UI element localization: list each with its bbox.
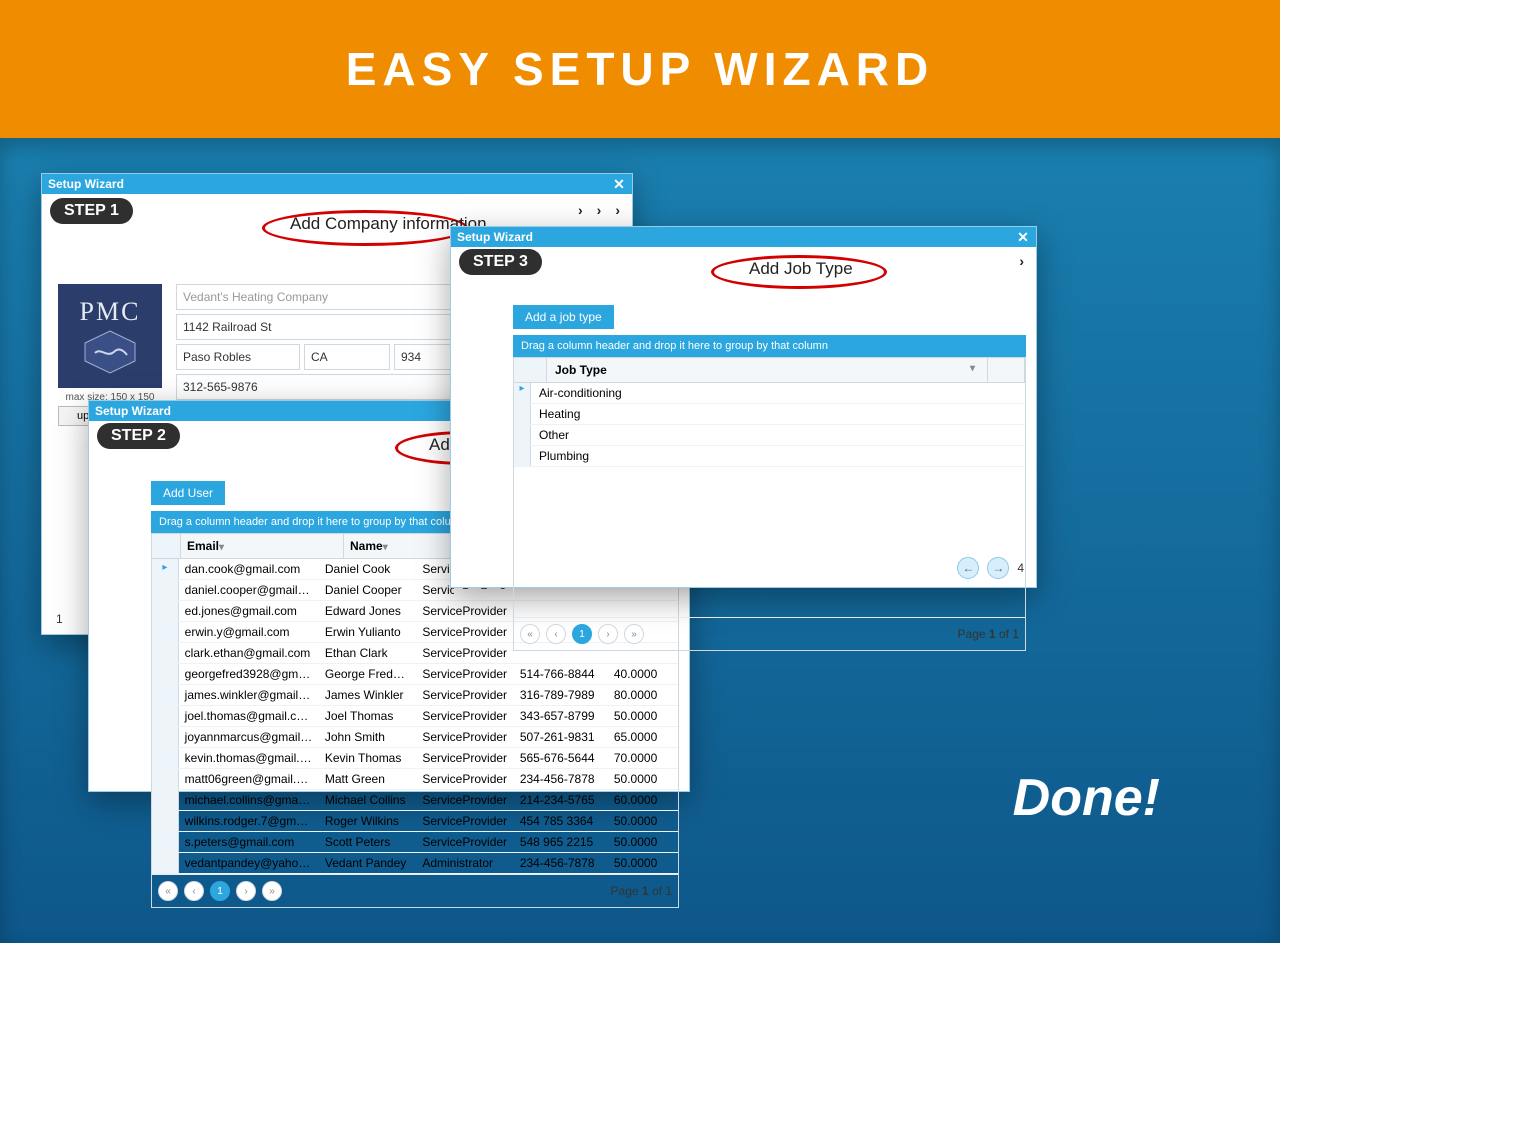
pager-prev-icon[interactable]: ‹	[546, 624, 566, 644]
group-hint[interactable]: Drag a column header and drop it here to…	[513, 335, 1026, 357]
table-row[interactable]: Other	[514, 425, 1025, 446]
table-row[interactable]: joyannmarcus@gmail.comJohn SmithServiceP…	[152, 727, 678, 748]
next-button-icon[interactable]: →	[987, 557, 1009, 579]
table-row[interactable]: matt06green@gmail.comMatt GreenServicePr…	[152, 769, 678, 790]
pager-last-icon[interactable]: »	[262, 881, 282, 901]
jobtype-grid: Job Type▾ ▸Air-conditioningHeatingOtherP…	[513, 357, 1026, 651]
table-row[interactable]: kevin.thomas@gmail.comKevin ThomasServic…	[152, 748, 678, 769]
prev-button-icon[interactable]: ←	[957, 557, 979, 579]
wizard-nav: ← → 4	[957, 557, 1024, 579]
table-row[interactable]: ▸Air-conditioning	[514, 383, 1025, 404]
step-badge-2: STEP 2	[97, 423, 180, 449]
add-jobtype-button[interactable]: Add a job type	[513, 305, 614, 329]
titlebar[interactable]: Setup Wizard ✕	[42, 174, 632, 194]
grid-header: Job Type▾	[514, 358, 1025, 383]
done-label: Done!	[1013, 768, 1160, 828]
table-row[interactable]: joel.thomas@gmail.comJoel ThomasServiceP…	[152, 706, 678, 727]
window-title: Setup Wizard	[95, 404, 171, 418]
banner: EASY SETUP WIZARD	[0, 0, 1280, 138]
nav-arrows: ›	[1019, 253, 1024, 269]
banner-title: EASY SETUP WIZARD	[346, 42, 934, 96]
filter-icon[interactable]: ▾	[219, 542, 228, 553]
column-email[interactable]: Email▾	[181, 534, 344, 558]
table-row[interactable]: Plumbing	[514, 446, 1025, 467]
filter-icon[interactable]: ▾	[970, 363, 979, 377]
grid-pager: « ‹ 1 › » Page 1 of 1	[514, 617, 1025, 650]
add-user-button[interactable]: Add User	[151, 481, 225, 505]
table-row[interactable]: james.winkler@gmail.comJames WinklerServ…	[152, 685, 678, 706]
window-title: Setup Wizard	[457, 230, 533, 244]
state-input[interactable]	[304, 344, 390, 370]
grid-pager: « ‹ 1 › » Page 1 of 1	[152, 874, 678, 907]
table-row[interactable]: georgefred3928@gmail.comGeorge FredmanSe…	[152, 664, 678, 685]
step3-title: Add Job Type	[749, 259, 853, 279]
pager-page-1[interactable]: 1	[210, 881, 230, 901]
pager-page-1[interactable]: 1	[572, 624, 592, 644]
logo-shape-icon	[81, 329, 139, 375]
chevron-right-icon[interactable]: ›	[1019, 253, 1024, 269]
titlebar[interactable]: Setup Wizard ✕	[451, 227, 1036, 247]
tab-4[interactable]: 4	[1017, 561, 1024, 575]
pager-next-icon[interactable]: ›	[236, 881, 256, 901]
logo-text: PMC	[80, 297, 141, 327]
table-row[interactable]: vedantpandey@yahoo.comVedant PandeyAdmin…	[152, 853, 678, 874]
column-jobtype[interactable]: Job Type▾	[547, 358, 988, 382]
pager-last-icon[interactable]: »	[624, 624, 644, 644]
company-logo: PMC	[58, 284, 162, 388]
column-name[interactable]: Name▾	[344, 534, 457, 558]
pager-first-icon[interactable]: «	[158, 881, 178, 901]
close-icon[interactable]: ✕	[1016, 230, 1030, 244]
close-icon[interactable]: ✕	[612, 177, 626, 191]
pager-first-icon[interactable]: «	[520, 624, 540, 644]
step-badge-3: STEP 3	[459, 249, 542, 275]
table-row[interactable]: michael.collins@gmail.comMichael Collins…	[152, 790, 678, 811]
window-title: Setup Wizard	[48, 177, 124, 191]
filter-icon[interactable]: ▾	[383, 542, 392, 553]
table-row[interactable]: wilkins.rodger.7@gmail.comRoger WilkinsS…	[152, 811, 678, 832]
city-input[interactable]	[176, 344, 300, 370]
wizard-window-step3: Setup Wizard ✕ STEP 3 › Add Job Type Add…	[450, 226, 1037, 588]
table-row[interactable]: s.peters@gmail.comScott PetersServicePro…	[152, 832, 678, 853]
pager-prev-icon[interactable]: ‹	[184, 881, 204, 901]
table-row[interactable]: Heating	[514, 404, 1025, 425]
zip-input[interactable]	[394, 344, 452, 370]
pager-next-icon[interactable]: ›	[598, 624, 618, 644]
page-indicator: 1	[56, 612, 63, 626]
